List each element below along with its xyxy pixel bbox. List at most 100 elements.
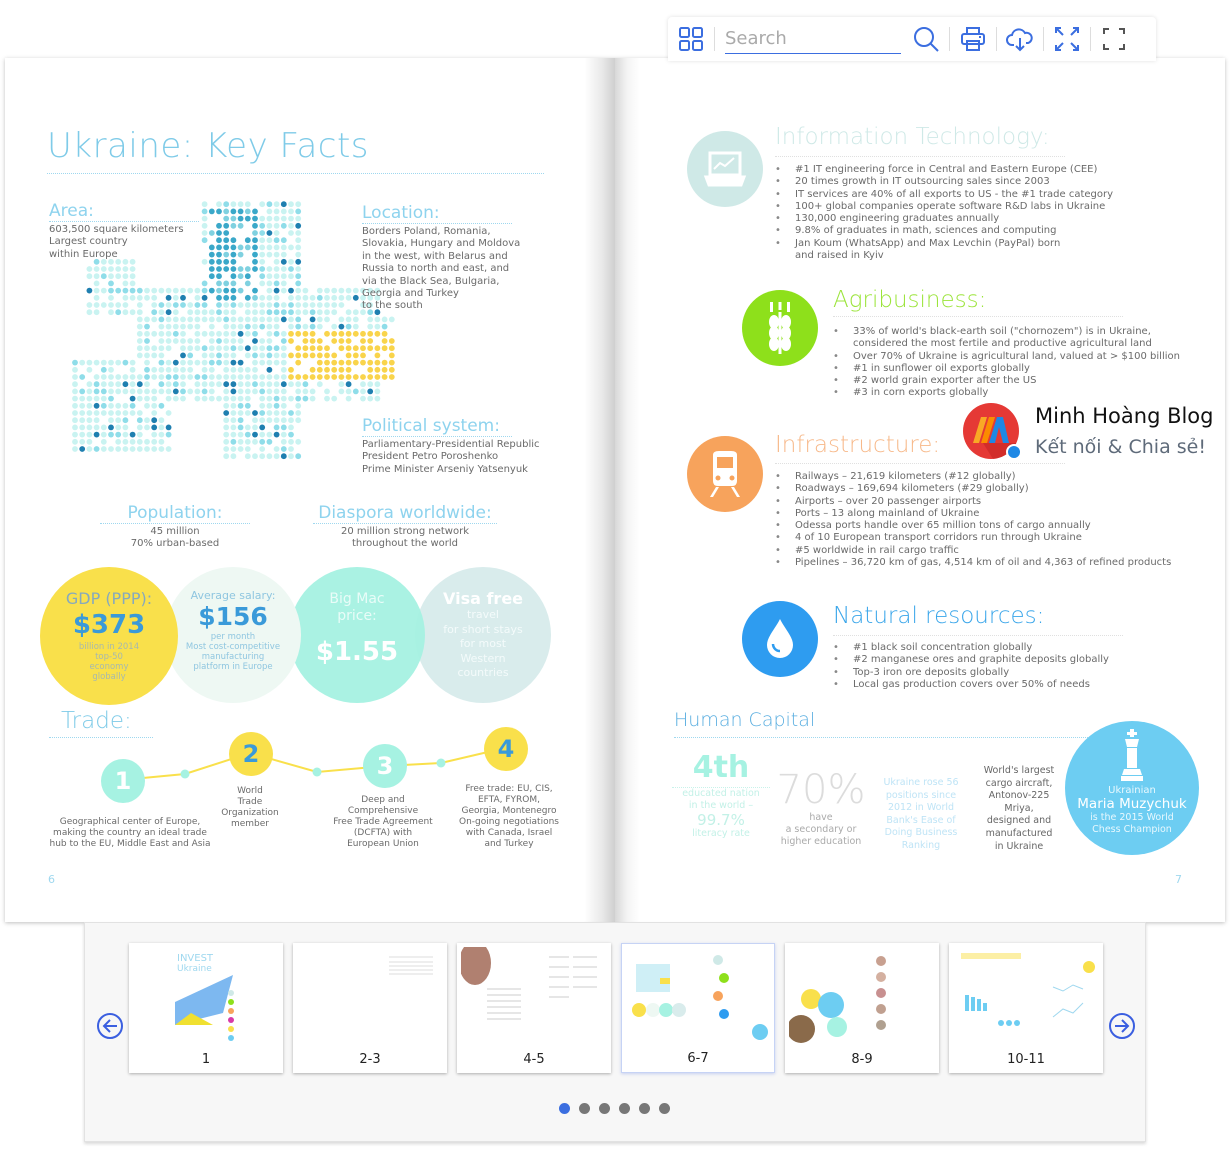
toolbar-divider (714, 27, 715, 51)
natural-list: #1 black soil concentration globally #2 … (833, 642, 1109, 691)
thumbnail-leaders-image (789, 947, 935, 1045)
trade-step-4-desc: Free trade: EU, CIS, EFTA, FYROM, Georgi… (455, 784, 563, 850)
trade-desc-line: Deep and (361, 795, 405, 805)
education-line: have (809, 812, 833, 823)
infra-item: Ports – 13 along mainland of Ukraine (775, 508, 1171, 521)
pagination-dot[interactable] (659, 1103, 670, 1114)
literacy-rank: 4th (692, 750, 750, 785)
svg-text:Ukraine: Ukraine (177, 964, 212, 974)
prev-button[interactable] (97, 1013, 123, 1039)
infra-list: Railways – 21,619 kilometers (#12 global… (775, 471, 1171, 570)
trade-dot (436, 758, 446, 768)
blog-tagline: Kết nối & Chia sẻ! (1035, 436, 1206, 458)
trade-step-1: 1 (101, 759, 145, 803)
thumbnail-strip: INVEST Ukraine 1 2-3 4-5 6-7 8-9 10-11 (84, 922, 1146, 1142)
chess-queen-icon (1121, 729, 1143, 781)
page-number-left: 6 (48, 873, 55, 886)
education-line: a secondary or (785, 824, 857, 835)
human-capital-heading: Human Capital (674, 709, 816, 731)
trade-step-2-desc: World Trade Organization member (205, 786, 295, 830)
trade-desc-line: EFTA, FYROM, (477, 795, 541, 805)
arrow-right-icon (1115, 1019, 1130, 1033)
pagination-dot[interactable] (619, 1103, 630, 1114)
search-input[interactable] (725, 28, 901, 53)
agri-item: #3 in corn exports globally (833, 387, 1193, 400)
trade-desc-line: Georgia, Montenegro (461, 806, 557, 816)
agri-item: Over 70% of Ukraine is agricultural land… (833, 351, 1193, 364)
thumbnail-page-8-9[interactable]: 8-9 (785, 943, 939, 1073)
it-divider (775, 156, 1065, 157)
business-line: 2012 in World (887, 802, 955, 814)
thumbnail-label: 6-7 (687, 1051, 709, 1066)
thumbnail-page-2-3[interactable]: 2-3 (293, 943, 447, 1073)
trade-desc-line: Trade (237, 797, 263, 807)
cloud-download-icon[interactable] (1005, 24, 1035, 54)
pagination-dot[interactable] (599, 1103, 610, 1114)
thumbnail-letter-image (461, 947, 607, 1045)
aircraft-line: cargo aircraft, (985, 777, 1053, 789)
infra-item: Airports – over 20 passenger airports (775, 496, 1171, 509)
business-rank-stat: Ukraine rose 56 positions since 2012 in … (881, 777, 961, 853)
education-line: higher education (780, 836, 862, 847)
fullscreen-icon[interactable] (1099, 24, 1129, 54)
business-line: Bank's Ease of (886, 814, 956, 826)
page-right: Information Technology: #1 IT engineerin… (615, 58, 1225, 922)
thumbnail-cover-image: INVEST Ukraine (133, 947, 279, 1045)
trade-line (121, 747, 506, 781)
train-icon (687, 436, 763, 512)
water-drop-icon (742, 601, 818, 677)
thumbnail-economy-image (953, 947, 1099, 1045)
page-left: Ukraine: Key Facts Area: 603,500 square … (5, 58, 615, 922)
trade-desc-line: (DCFTA) with (353, 828, 413, 838)
chess-line: is the 2015 World (1090, 812, 1174, 823)
pagination-dot[interactable] (559, 1103, 570, 1114)
thumbnail-page-10-11[interactable]: 10-11 (949, 943, 1103, 1073)
trade-desc-line: and Turkey (484, 839, 534, 849)
trade-desc-line: with Canada, Israel (465, 828, 553, 838)
trade-step-3-desc: Deep and Comprehensive Free Trade Agreem… (327, 795, 439, 850)
next-button[interactable] (1109, 1013, 1135, 1039)
infra-item: Railways – 21,619 kilometers (#12 global… (775, 471, 1171, 484)
online-status-dot (1006, 444, 1022, 460)
thumbnail-label: 4-5 (523, 1052, 545, 1067)
infra-item: 4 of 10 European transport corridors run… (775, 532, 1171, 545)
thumbnail-page-1[interactable]: INVEST Ukraine 1 (129, 943, 283, 1073)
human-divider (674, 737, 1104, 738)
toolbar-divider (1043, 27, 1044, 51)
infra-item: Roadways – 169,694 kilometers (#29 globa… (775, 483, 1171, 496)
trade-desc-line: member (230, 819, 270, 829)
education-pct: 70% (776, 767, 866, 813)
chess-line: Chess Champion (1092, 824, 1172, 835)
natural-item: #2 manganese ores and graphite deposits … (833, 654, 1109, 667)
page-number-right: 7 (1175, 873, 1182, 886)
grid-icon[interactable] (676, 24, 706, 54)
print-icon[interactable] (958, 24, 988, 54)
agri-list: 33% of world's black-earth soil ("chorno… (833, 326, 1193, 400)
education-text: have a secondary or higher education (771, 812, 871, 848)
pagination-dot[interactable] (639, 1103, 650, 1114)
business-line: Doing Business (884, 827, 958, 839)
agri-divider (833, 316, 1123, 317)
search-icon[interactable] (911, 24, 941, 54)
trade-step-1-desc: Geographical center of Europe, making th… (45, 817, 215, 850)
it-item: 100+ global companies operate software R… (775, 201, 1113, 214)
blog-badge[interactable]: Minh Hoàng Blog Kết nối & Chia sẻ! (958, 400, 1220, 466)
thumbnail-page-6-7[interactable]: 6-7 (621, 943, 775, 1073)
search-field[interactable] (725, 24, 901, 54)
infra-item: Pipelines – 36,720 km of gas, 4,514 km o… (775, 557, 1171, 570)
literacy-pct: 99.7% (697, 811, 745, 829)
literacy-line: educated nation (682, 788, 760, 799)
svg-text:INVEST: INVEST (177, 953, 214, 964)
chess-champion-circle: Ukrainian Maria Muzychuk is the 2015 Wor… (1065, 721, 1199, 855)
laptop-icon (687, 131, 763, 207)
thumbnail-page-4-5[interactable]: 4-5 (457, 943, 611, 1073)
shrink-icon[interactable] (1052, 24, 1082, 54)
trade-desc-line: Free trade: EU, CIS, (465, 784, 553, 794)
thumbnail-keyfacts-image (626, 948, 772, 1046)
pagination-dot[interactable] (579, 1103, 590, 1114)
trade-desc-line: Organization (221, 808, 279, 818)
natural-item: Top-3 iron ore deposits globally (833, 667, 1109, 680)
natural-item: #1 black soil concentration globally (833, 642, 1109, 655)
thumbnail-label: 8-9 (851, 1052, 873, 1067)
trade-desc-line: Geographical center of Europe, (59, 817, 201, 827)
